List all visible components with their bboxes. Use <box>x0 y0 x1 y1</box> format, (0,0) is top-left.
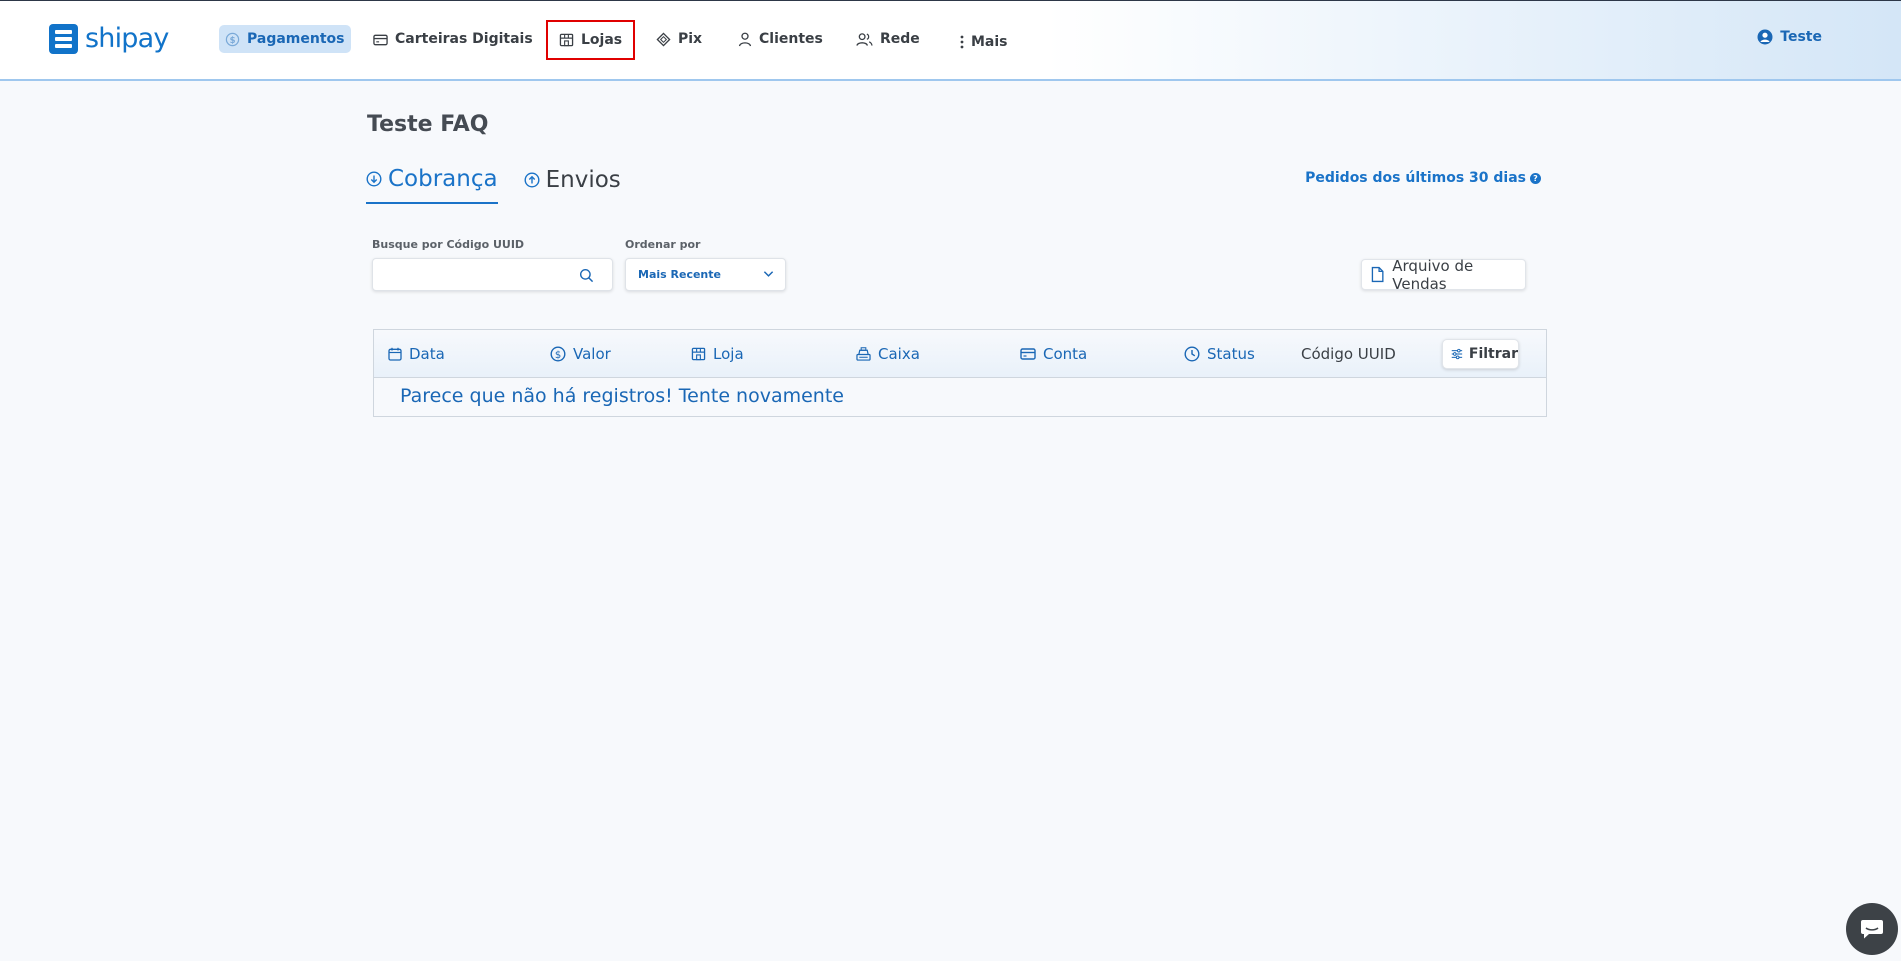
store-icon <box>559 33 574 47</box>
column-header-status[interactable]: Status <box>1184 345 1255 363</box>
help-icon[interactable]: ? <box>1530 172 1541 184</box>
nav-item-rede[interactable]: Rede <box>856 25 920 53</box>
nav-item-carteiras-digitais[interactable]: Carteiras Digitais <box>373 25 533 53</box>
dollar-circle-icon: $ <box>550 346 566 362</box>
column-header-data[interactable]: Data <box>388 345 445 363</box>
column-header-caixa[interactable]: Caixa <box>856 345 920 363</box>
column-header-valor[interactable]: $ Valor <box>550 345 611 363</box>
dollar-circle-icon: $ <box>225 32 240 46</box>
column-label: Caixa <box>878 345 920 363</box>
nav-item-lojas[interactable]: Lojas <box>546 20 636 60</box>
sort-select[interactable]: Mais Recente <box>625 258 786 291</box>
tab-envios[interactable]: Envios <box>524 166 621 204</box>
nav-item-pix[interactable]: Pix <box>656 25 702 53</box>
arrow-down-circle-icon <box>366 171 382 187</box>
pix-icon <box>656 31 671 47</box>
column-header-conta[interactable]: Conta <box>1020 345 1087 363</box>
nav-label: Pagamentos <box>247 31 345 47</box>
sliders-icon <box>1451 348 1463 360</box>
calendar-icon <box>388 347 402 361</box>
nav-label: Rede <box>880 31 920 47</box>
column-label: Valor <box>573 345 611 363</box>
user-name: Teste <box>1780 29 1822 45</box>
sales-file-button[interactable]: Arquivo de Vendas <box>1361 256 1526 293</box>
nav-item-pagamentos[interactable]: $ Pagamentos <box>219 25 351 53</box>
cash-register-icon <box>856 347 871 361</box>
chevron-down-icon <box>763 271 774 277</box>
nav-label: Mais <box>971 34 1008 50</box>
column-label: Status <box>1207 345 1255 363</box>
chat-widget-button[interactable] <box>1846 903 1898 955</box>
tab-cobranca[interactable]: Cobrança <box>366 166 498 204</box>
search-label: Busque por Código UUID <box>372 238 525 251</box>
clock-icon <box>1184 346 1200 362</box>
orders-table: Data $ Valor Loja Caixa Conta Status Cód… <box>373 329 1547 417</box>
nav-item-clientes[interactable]: Clientes <box>738 25 823 53</box>
svg-text:$: $ <box>555 350 561 361</box>
user-icon <box>738 32 752 46</box>
empty-state-message: Parece que não há registros! Tente novam… <box>400 385 844 407</box>
tabs: Cobrança Envios <box>366 166 621 204</box>
filter-label: Filtrar <box>1468 346 1518 362</box>
logo-mark-icon <box>49 23 78 54</box>
nav-item-mais[interactable]: Mais <box>960 28 1008 56</box>
store-icon <box>691 347 706 361</box>
nav-label: Clientes <box>759 31 823 47</box>
shipay-logo[interactable]: shipay <box>49 23 169 54</box>
more-vertical-icon <box>960 35 964 49</box>
chat-icon <box>1861 920 1883 939</box>
credit-card-icon <box>1020 348 1036 360</box>
tab-label: Cobrança <box>388 166 498 192</box>
nav-label: Carteiras Digitais <box>395 31 533 47</box>
tab-label: Envios <box>545 167 621 193</box>
page-title: Teste FAQ <box>367 112 489 137</box>
column-header-loja[interactable]: Loja <box>691 345 744 363</box>
sort-value: Mais Recente <box>638 268 721 281</box>
search-uuid-box <box>372 258 613 291</box>
orders-last-30-days-link[interactable]: Pedidos dos últimos 30 dias ? <box>1305 170 1541 186</box>
users-icon <box>856 32 873 46</box>
column-label: Código UUID <box>1301 345 1396 363</box>
brand-name: shipay <box>85 23 169 54</box>
nav-label: Lojas <box>581 32 623 48</box>
user-menu[interactable]: Teste <box>1757 29 1822 45</box>
column-label: Data <box>409 345 445 363</box>
wallet-icon <box>373 34 388 45</box>
nav-label: Pix <box>678 31 703 47</box>
sales-file-label: Arquivo de Vendas <box>1392 256 1474 293</box>
arrow-up-circle-icon <box>524 172 540 188</box>
column-header-codigo-uuid[interactable]: Código UUID <box>1301 345 1396 363</box>
top-navigation-bar: shipay $ Pagamentos Carteiras Digitais L… <box>0 0 1901 81</box>
filter-button[interactable]: Filtrar <box>1442 339 1519 369</box>
svg-text:$: $ <box>230 34 236 44</box>
orders-link-label: Pedidos dos últimos 30 dias <box>1305 170 1526 186</box>
user-avatar-icon <box>1757 29 1773 45</box>
search-icon[interactable] <box>579 268 594 283</box>
file-icon <box>1371 266 1384 283</box>
column-label: Conta <box>1043 345 1088 363</box>
sort-label: Ordenar por <box>625 238 701 251</box>
column-label: Loja <box>713 345 744 363</box>
search-uuid-input[interactable] <box>373 259 573 290</box>
table-header: Data $ Valor Loja Caixa Conta Status Cód… <box>374 330 1546 378</box>
